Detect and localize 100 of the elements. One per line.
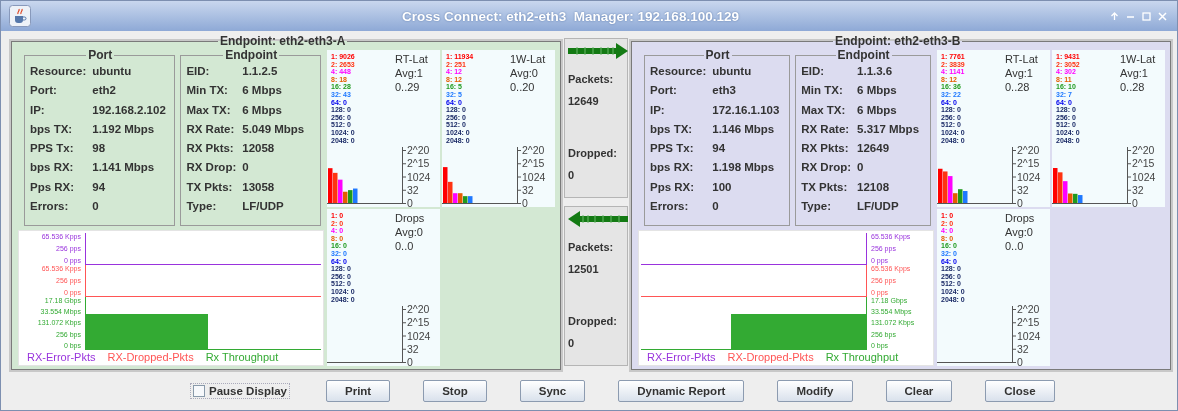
field-label: Max TX: [801,102,847,118]
field-label: RX Drop: [186,160,237,176]
field-value: 5.049 Mbps [242,121,306,137]
axis-label: 0 [407,356,413,366]
group-title: Port [704,48,731,62]
axis-label: 0 [1017,197,1023,207]
axis-label: 1024 [407,329,431,342]
field-label: Type: [801,199,833,215]
field-label: RX Rate: [801,121,851,137]
axis-label: 0 [522,197,528,207]
field-value: 6 Mbps [857,83,898,99]
field-value: eth3 [712,83,737,99]
average-value: Avg:1 [1005,66,1034,80]
field-value: 98 [92,141,107,157]
group-title: Endpoint [836,48,891,62]
field-label: EID: [186,64,211,79]
axis-label: 2^20 [1017,304,1040,315]
packets-value: 12501 [568,263,600,275]
dropped-label: Dropped: [568,147,618,159]
field-value: 6 Mbps [857,102,898,118]
dropped-label: Dropped: [568,315,618,327]
field-label: Min TX: [186,83,229,99]
close-icon[interactable] [1158,11,1167,21]
axis-label: 2^15 [1017,316,1040,329]
range-value: 0..0 [1005,239,1025,253]
legend-label: RX-Dropped-Pkts [107,350,194,364]
field-label: Type: [186,199,218,215]
axis-label: 32 [1132,183,1144,196]
axis-label: 1024 [1017,170,1041,183]
action-button[interactable]: Stop [423,379,487,402]
field-label: IP: [650,102,666,118]
field-value: 13058 [242,179,276,195]
panel-title: Endpoint: eth2-eth3-B [834,34,962,48]
axis-label: 2^20 [1017,145,1040,156]
action-button[interactable]: Modify [777,379,853,402]
field-value: 1.1.3.6 [857,64,894,79]
range-value: 0..28 [1120,80,1146,94]
field-label: Port: [650,83,678,99]
field-value: LF/UDP [242,199,285,215]
axis-label: 2^15 [1132,157,1155,170]
field-label: Pps RX: [650,179,696,195]
field-value: 0 [92,199,100,215]
axis-label: 2^20 [407,304,430,315]
dropped-value: 0 [568,169,576,181]
field-label: Errors: [30,199,70,215]
field-label: bps TX: [30,121,74,137]
field-value: 0 [857,160,865,176]
action-button[interactable]: Close [985,379,1055,402]
packets-label: Packets: [568,73,615,85]
axis-label: 2^15 [1017,157,1040,170]
right-arrow-icon [568,43,628,59]
field-label: Resource: [30,64,87,79]
action-button[interactable]: Print [326,379,391,402]
legend-label: Rx Throughput [825,350,899,364]
histogram-title: RT-Lat [1005,52,1038,66]
average-value: Avg:0 [1005,225,1034,239]
field-value: 1.1.2.5 [242,64,279,79]
group-title: Endpoint [224,48,279,62]
histogram-title: Drops [395,211,425,225]
field-label: PPS Tx: [650,141,695,157]
field-label: TX Pkts: [186,179,234,195]
field-label: bps RX: [650,160,695,176]
field-value: 12649 [857,141,891,157]
up-arrow-icon[interactable] [1110,11,1119,21]
field-value: 100 [712,179,733,195]
field-value: 94 [712,141,727,157]
dropped-value: 0 [568,337,576,349]
axis-label: 1024 [1017,329,1041,342]
pause-display-checkbox[interactable]: Pause Display [190,382,290,399]
field-label: EID: [801,64,826,79]
field-value: 5.317 Mbps [857,121,921,137]
range-value: 0..0 [395,239,415,253]
field-value: eth2 [92,83,117,99]
axis-label: 2^20 [522,145,545,156]
axis-label: 1024 [407,170,431,183]
group-title: Port [87,48,114,62]
axis-label: 32 [522,183,534,196]
action-button[interactable]: Dynamic Report [618,379,745,402]
field-label: RX Drop: [801,160,852,176]
field-label: RX Pkts: [186,141,235,157]
field-value: 0 [242,160,250,176]
field-label: TX Pkts: [801,179,849,195]
range-value: 0..28 [1005,80,1031,94]
field-label: PPS Tx: [30,141,75,157]
axis-label: 32 [1017,342,1029,355]
axis-label: 0 [1132,197,1138,207]
maximize-icon[interactable] [1142,11,1151,21]
field-label: Min TX: [801,83,844,99]
left-arrow-icon [568,211,628,227]
field-value: 192.168.2.102 [92,102,167,118]
legend-label: RX-Error-Pkts [27,350,96,364]
field-label: Port: [30,83,58,99]
app-icon[interactable] [9,5,31,27]
action-button[interactable]: Clear [885,379,953,402]
axis-label: 32 [407,342,419,355]
action-button[interactable]: Sync [519,379,586,402]
average-value: Avg:1 [395,66,424,80]
axis-label: 1024 [1132,170,1156,183]
field-value: 0 [712,199,720,215]
field-label: Max TX: [186,102,232,118]
